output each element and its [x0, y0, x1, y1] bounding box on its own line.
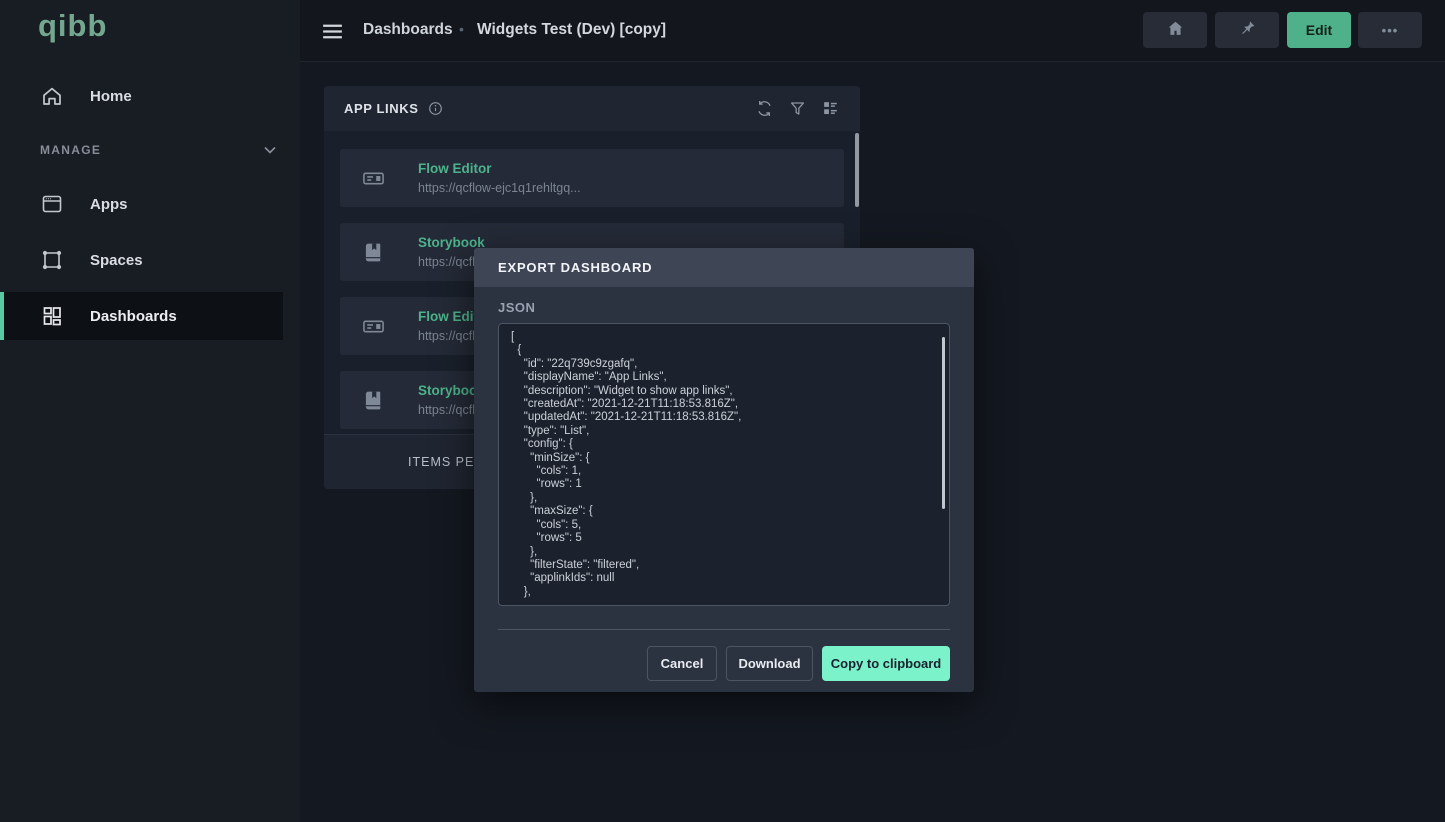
sidebar-item-label: Home: [90, 88, 132, 105]
copy-to-clipboard-button[interactable]: Copy to clipboard: [822, 646, 950, 681]
pin-button[interactable]: [1215, 12, 1279, 48]
breadcrumb-separator: •: [459, 21, 464, 37]
sidebar-item-spaces[interactable]: Spaces: [0, 238, 300, 282]
dialog-divider: [498, 629, 950, 630]
spaces-icon: [40, 248, 64, 272]
chevron-down-icon[interactable]: [262, 142, 278, 158]
pin-icon: [1238, 19, 1257, 41]
sidebar: qibb Home MANAGE Apps Spaces: [0, 0, 300, 822]
info-icon[interactable]: [428, 101, 443, 116]
list-scrollbar[interactable]: [855, 133, 859, 207]
topbar: Dashboards • Widgets Test (Dev) [copy] E…: [300, 0, 1445, 62]
edit-button[interactable]: Edit: [1287, 12, 1351, 48]
section-label: MANAGE: [40, 143, 101, 157]
widget-actions: [755, 99, 840, 118]
filter-icon[interactable]: [788, 99, 807, 118]
home-button[interactable]: [1143, 12, 1207, 48]
json-field-label: JSON: [498, 300, 950, 315]
sidebar-item-label: Apps: [90, 196, 128, 213]
app-link-url: https://qcflow-ejc1q1rehltgq...: [418, 181, 581, 195]
json-textarea[interactable]: [ { "id": "22q739c9zgafq", "displayName"…: [498, 323, 950, 606]
sidebar-item-dashboards[interactable]: Dashboards: [0, 292, 283, 340]
book-icon: [361, 240, 386, 265]
dialog-header: EXPORT DASHBOARD: [474, 248, 974, 287]
flow-icon: [361, 314, 386, 339]
json-scrollbar[interactable]: [942, 337, 945, 509]
page-title: Widgets Test (Dev) [copy]: [477, 21, 666, 39]
sidebar-item-apps[interactable]: Apps: [0, 182, 300, 226]
list-view-icon[interactable]: [821, 99, 840, 118]
app-root: qibb Home MANAGE Apps Spaces: [0, 0, 1445, 822]
app-link-name: Flow Editor: [418, 161, 581, 176]
dialog-buttons: Cancel Download Copy to clipboard: [498, 646, 950, 681]
qibb-logo[interactable]: qibb: [38, 8, 107, 44]
home-icon: [40, 84, 64, 108]
refresh-icon[interactable]: [755, 99, 774, 118]
cancel-button[interactable]: Cancel: [647, 646, 717, 681]
export-dashboard-dialog: EXPORT DASHBOARD JSON [ { "id": "22q739c…: [474, 248, 974, 692]
widget-title: APP LINKS: [344, 101, 419, 116]
home-icon: [1166, 19, 1185, 41]
apps-icon: [40, 192, 64, 216]
json-field-wrap: [ { "id": "22q739c9zgafq", "displayName"…: [498, 323, 950, 606]
book-icon: [361, 388, 386, 413]
sidebar-item-home[interactable]: Home: [0, 74, 300, 118]
more-options-button[interactable]: •••: [1358, 12, 1422, 48]
list-item-flow-editor[interactable]: Flow Editor https://qcflow-ejc1q1rehltgq…: [340, 149, 844, 207]
dialog-body: JSON [ { "id": "22q739c9zgafq", "display…: [474, 287, 974, 681]
dashboards-icon: [40, 304, 64, 328]
hamburger-menu-icon[interactable]: [320, 19, 345, 43]
sidebar-item-label: Dashboards: [90, 308, 177, 325]
breadcrumb-dashboards[interactable]: Dashboards: [363, 21, 453, 39]
flow-icon: [361, 166, 386, 191]
dialog-title: EXPORT DASHBOARD: [498, 260, 652, 275]
sidebar-section-manage: MANAGE: [0, 138, 300, 162]
widget-header: APP LINKS: [324, 86, 860, 131]
list-item-text: Flow Editor https://qcflow-ejc1q1rehltgq…: [418, 161, 581, 195]
sidebar-item-label: Spaces: [90, 252, 143, 269]
download-button[interactable]: Download: [726, 646, 813, 681]
